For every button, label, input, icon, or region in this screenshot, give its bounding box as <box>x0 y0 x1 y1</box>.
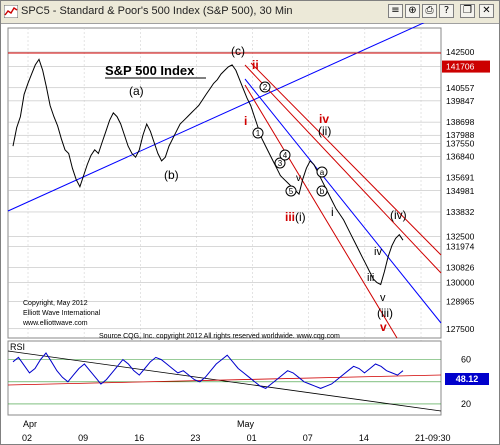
date-axis: 02 09 16 23 01 07 14 21-09:30 Apr May <box>22 419 451 443</box>
price-tick-label: 132500 <box>446 232 475 242</box>
print-icon[interactable]: ⎙ <box>422 4 437 18</box>
date-tick-label: 07 <box>303 433 313 443</box>
wave-label: v <box>296 173 301 184</box>
wave-label: v <box>380 320 387 334</box>
wave-label: 1 <box>256 129 261 138</box>
rsi-current-value: 48.12 <box>456 374 479 384</box>
date-tick-label: 09 <box>78 433 88 443</box>
wave-label: i <box>244 114 247 128</box>
rsi-label: RSI <box>10 342 25 352</box>
wave-label: 5 <box>289 187 294 196</box>
price-tick-label: 127500 <box>446 324 475 334</box>
month-label: May <box>237 419 255 429</box>
month-label: Apr <box>23 419 37 429</box>
chart-window: SPC5 - Standard & Poor's 500 Index (S&P … <box>0 0 500 445</box>
wave-label: (ii) <box>318 124 331 138</box>
price-tick-label: 130826 <box>446 262 475 272</box>
rsi-level-label: 20 <box>461 399 471 409</box>
date-tick-label: 23 <box>190 433 200 443</box>
wave-label: v <box>380 292 386 304</box>
source-line: Source CQG, Inc. copyright 2012 All righ… <box>99 333 340 340</box>
wave-label: (a) <box>129 84 144 98</box>
price-tick-label: 136840 <box>446 151 475 161</box>
price-tick-label: 131974 <box>446 241 475 251</box>
wave-label: (iii) <box>377 306 393 320</box>
wave-label: (b) <box>164 168 179 182</box>
wave-label: a <box>320 168 325 177</box>
price-chart: S&P 500 Index (a) (b) (c) ii i iii (i) i… <box>7 23 490 443</box>
wave-label: i <box>331 205 334 219</box>
price-tick-label: 142500 <box>446 47 475 57</box>
menu-icon[interactable]: ≡ <box>388 4 403 18</box>
rsi-level-label: 60 <box>461 355 471 365</box>
wave-label: (iv) <box>390 208 407 222</box>
wave-label: iii <box>285 210 295 224</box>
wave-label: b <box>320 187 325 196</box>
chart-window-icon <box>4 5 18 18</box>
date-tick-label: 16 <box>134 433 144 443</box>
price-tick-label: 128965 <box>446 297 475 307</box>
price-tick-label: 141706 <box>446 62 475 72</box>
copyright-line: Copyright, May 2012 <box>23 300 88 307</box>
wave-label: iv <box>374 246 382 258</box>
chart-title: S&P 500 Index <box>105 63 195 78</box>
wave-label: (c) <box>231 44 245 58</box>
price-tick-label: 130000 <box>446 278 475 288</box>
date-tick-label: 21-09:30 <box>415 433 451 443</box>
wave-label: iii <box>367 272 374 284</box>
help-icon[interactable]: ? <box>439 4 454 18</box>
wave-label: 3 <box>278 159 283 168</box>
price-tick-label: 135691 <box>446 173 475 183</box>
plot-frame <box>7 27 442 339</box>
price-tick-label: 139847 <box>446 96 475 106</box>
price-tick-label: 140557 <box>446 83 475 93</box>
date-tick-label: 02 <box>22 433 32 443</box>
copyright-line: www.elliottwave.com <box>22 320 88 327</box>
price-tick-label: 137550 <box>446 138 475 148</box>
wave-label: 2 <box>263 83 268 92</box>
zoom-icon[interactable]: ⊕ <box>405 4 420 18</box>
close-icon[interactable]: ✕ <box>479 4 494 18</box>
price-tick-label: 138698 <box>446 117 475 127</box>
window-title: SPC5 - Standard & Poor's 500 Index (S&P … <box>21 5 293 17</box>
copyright-line: Elliott Wave International <box>23 310 101 317</box>
price-axis: 1425001417061405571398471386981379881375… <box>442 47 490 334</box>
price-tick-label: 134981 <box>446 186 475 196</box>
date-tick-label: 01 <box>247 433 257 443</box>
wave-label: 4 <box>283 151 288 160</box>
date-tick-label: 14 <box>359 433 369 443</box>
price-tick-label: 133832 <box>446 207 475 217</box>
restore-icon[interactable]: ❐ <box>460 4 475 18</box>
wave-label: ii <box>252 58 259 72</box>
wave-label: (i) <box>295 210 306 224</box>
title-bar: SPC5 - Standard & Poor's 500 Index (S&P … <box>1 1 499 24</box>
